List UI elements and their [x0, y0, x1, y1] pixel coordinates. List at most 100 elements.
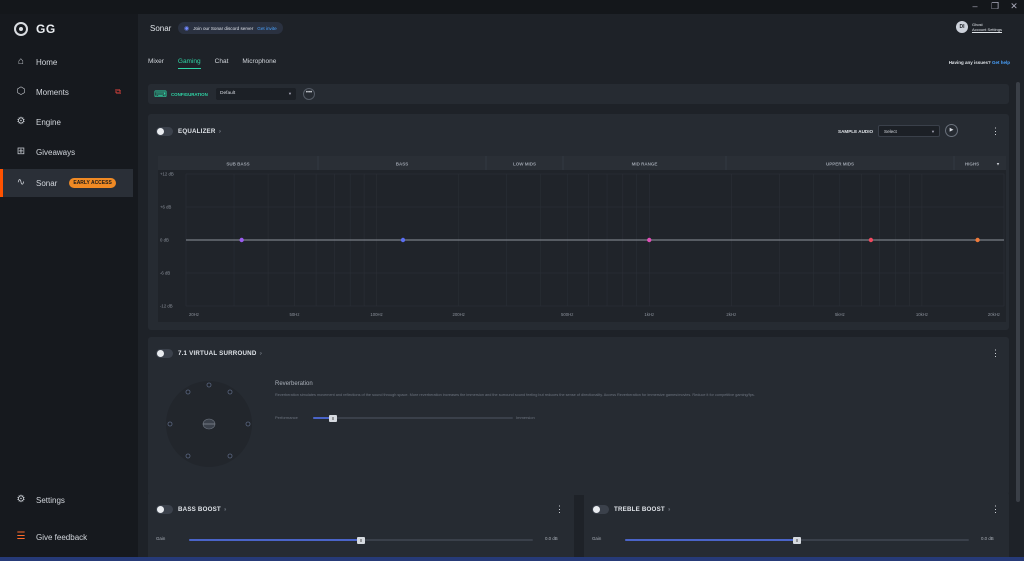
eq-band-handle — [239, 237, 244, 243]
help-icon[interactable]: ? — [219, 129, 222, 134]
sidebar-item-home[interactable]: ⌂ Home — [0, 48, 133, 76]
equalizer-toggle[interactable] — [156, 127, 173, 136]
help-prompt: Having any issues? Get help — [949, 60, 1010, 65]
help-icon[interactable]: ? — [260, 351, 263, 356]
app-logo[interactable]: GG — [14, 22, 56, 36]
window-titlebar: – ❐ ✕ — [0, 0, 1024, 14]
eq-band-handle — [400, 237, 406, 243]
treble-gain-slider-fill — [625, 539, 797, 541]
configuration-more-button[interactable]: ••• — [303, 88, 315, 100]
bass-gain-slider-fill — [189, 539, 361, 541]
discord-text: Join our Sonar discord server — [193, 25, 254, 31]
logo-text: GG — [36, 22, 56, 36]
eq-band-handle — [975, 237, 980, 243]
configuration-select[interactable]: Default ▼ — [216, 88, 296, 100]
configuration-label: CONFIGURATION — [171, 92, 208, 97]
sidebar-item-giveaways[interactable]: ⊞ Giveaways — [0, 138, 133, 166]
account-menu[interactable]: DI Ghost Account Settings — [955, 21, 1002, 33]
band-label: BASS — [396, 162, 409, 167]
maximize-button[interactable]: ❐ — [988, 1, 1002, 12]
bass-gain-value: 0.0 dB — [545, 536, 558, 541]
sidebar-item-moments[interactable]: ⬡ Moments ⧉ — [0, 78, 133, 106]
equalizer-title: EQUALIZER? — [178, 128, 221, 135]
chevron-down-icon: ▼ — [931, 129, 935, 134]
surround-more-button[interactable]: ⋮ — [991, 349, 1000, 358]
sidebar-item-label: Give feedback — [36, 532, 88, 542]
top-bar: Sonar ◉ Join our Sonar discord server Ge… — [138, 14, 1024, 44]
y-tick-label: -6 dB — [160, 271, 170, 276]
equalizer-title-text: EQUALIZER — [178, 128, 216, 135]
bass-gain-slider-thumb[interactable]: Ⅱ — [357, 536, 365, 544]
help-text: Having any issues? — [948, 60, 991, 65]
band-label: LOW MIDS — [513, 162, 536, 167]
band-label: HIGHS — [965, 162, 979, 167]
band-label: SUB BASS — [226, 162, 249, 167]
sidebar-item-feedback[interactable]: ☰ Give feedback — [0, 523, 133, 551]
band-header-row — [158, 156, 1006, 170]
account-settings-link[interactable]: Account Settings — [972, 27, 1002, 32]
treble-boost-more-button[interactable]: ⋮ — [991, 505, 1000, 514]
page-title: Sonar — [150, 24, 172, 33]
y-tick-label: 0 dB — [160, 238, 169, 243]
tab-chat[interactable]: Chat — [215, 58, 229, 69]
x-tick-label: 50Hz — [289, 312, 299, 317]
discord-invite-link[interactable]: Get invite — [257, 26, 276, 31]
gamepad-icon: ⌨ — [154, 89, 167, 99]
band-label: UPPER MIDS — [826, 162, 854, 167]
tab-bar: Mixer Gaming Chat Microphone — [148, 58, 276, 69]
bass-boost-title: BASS BOOST? — [178, 506, 227, 513]
configuration-bar: ⌨ CONFIGURATION Default ▼ ••• — [148, 84, 1009, 104]
chevron-down-icon: ▼ — [288, 91, 292, 96]
steelseries-logo-icon — [14, 22, 28, 36]
bass-boost-title-text: BASS BOOST — [178, 506, 221, 513]
help-icon[interactable]: ? — [224, 507, 227, 512]
minimize-button[interactable]: – — [968, 1, 982, 11]
equalizer-panel: EQUALIZER? SAMPLE AUDIO Select ▼ ▶ ⋮ SUB… — [148, 114, 1009, 330]
scrollbar[interactable] — [1016, 82, 1020, 502]
treble-boost-toggle[interactable] — [592, 505, 609, 514]
get-help-link[interactable]: Get help — [992, 60, 1010, 65]
treble-gain-value: 0.0 dB — [981, 536, 994, 541]
band-label: MID RANGE — [632, 162, 658, 167]
configuration-value: Default — [220, 91, 236, 96]
taskbar-strip — [0, 557, 1024, 561]
x-tick-label: 2kHz — [726, 312, 736, 317]
reverberation-title: Reverberation — [275, 381, 313, 387]
bass-boost-toggle[interactable] — [156, 505, 173, 514]
x-tick-label: 20Hz — [189, 312, 199, 317]
surround-title: 7.1 VIRTUAL SURROUND? — [178, 350, 262, 357]
equalizer-chart[interactable]: SUB BASS BASS LOW MIDS MID RANGE UPPER MIDS H… — [158, 156, 1006, 322]
tab-mixer[interactable]: Mixer — [148, 58, 164, 69]
close-button[interactable]: ✕ — [1007, 1, 1021, 12]
sidebar-item-settings[interactable]: ⚙ Settings — [0, 486, 133, 514]
treble-gain-slider-thumb[interactable]: Ⅱ — [793, 536, 801, 544]
moments-alert-icon: ⧉ — [115, 87, 121, 96]
reverberation-description: Reverberation simulates movement and ref… — [275, 393, 755, 397]
sonar-app: – ❐ ✕ GG ⌂ Home ⬡ Moments ⧉ ⚙ Engine ⊞ G… — [0, 0, 1024, 561]
sidebar-item-sonar[interactable]: ∿ Sonar EARLY ACCESS — [0, 169, 133, 197]
reverb-slider-track[interactable] — [313, 417, 513, 419]
eq-band-handle — [647, 237, 652, 243]
treble-boost-title-text: TREBLE BOOST — [614, 506, 665, 513]
immersion-label: Immersion — [516, 415, 535, 420]
surround-title-text: 7.1 VIRTUAL SURROUND — [178, 350, 257, 357]
engine-icon: ⚙ — [16, 116, 26, 127]
tab-microphone[interactable]: Microphone — [242, 58, 276, 69]
sonar-icon: ∿ — [16, 177, 26, 188]
tab-gaming[interactable]: Gaming — [177, 58, 201, 69]
gift-icon: ⊞ — [16, 146, 26, 157]
home-icon: ⌂ — [17, 56, 25, 67]
discord-banner[interactable]: ◉ Join our Sonar discord server Get invi… — [178, 22, 283, 34]
avatar[interactable]: DI — [955, 21, 968, 33]
play-sample-button[interactable]: ▶ — [945, 124, 958, 137]
sidebar-item-engine[interactable]: ⚙ Engine — [0, 108, 133, 136]
y-tick-label: +12 dB — [160, 172, 174, 177]
equalizer-more-button[interactable]: ⋮ — [991, 127, 1000, 136]
bass-boost-more-button[interactable]: ⋮ — [555, 505, 564, 514]
surround-toggle[interactable] — [156, 349, 173, 358]
sample-audio-label: SAMPLE AUDIO — [838, 129, 874, 134]
treble-gain-label: Gain — [592, 536, 602, 541]
reverb-slider-thumb[interactable]: Ⅱ — [329, 414, 337, 422]
help-icon[interactable]: ? — [668, 507, 671, 512]
sample-audio-select[interactable]: Select ▼ — [878, 125, 940, 137]
